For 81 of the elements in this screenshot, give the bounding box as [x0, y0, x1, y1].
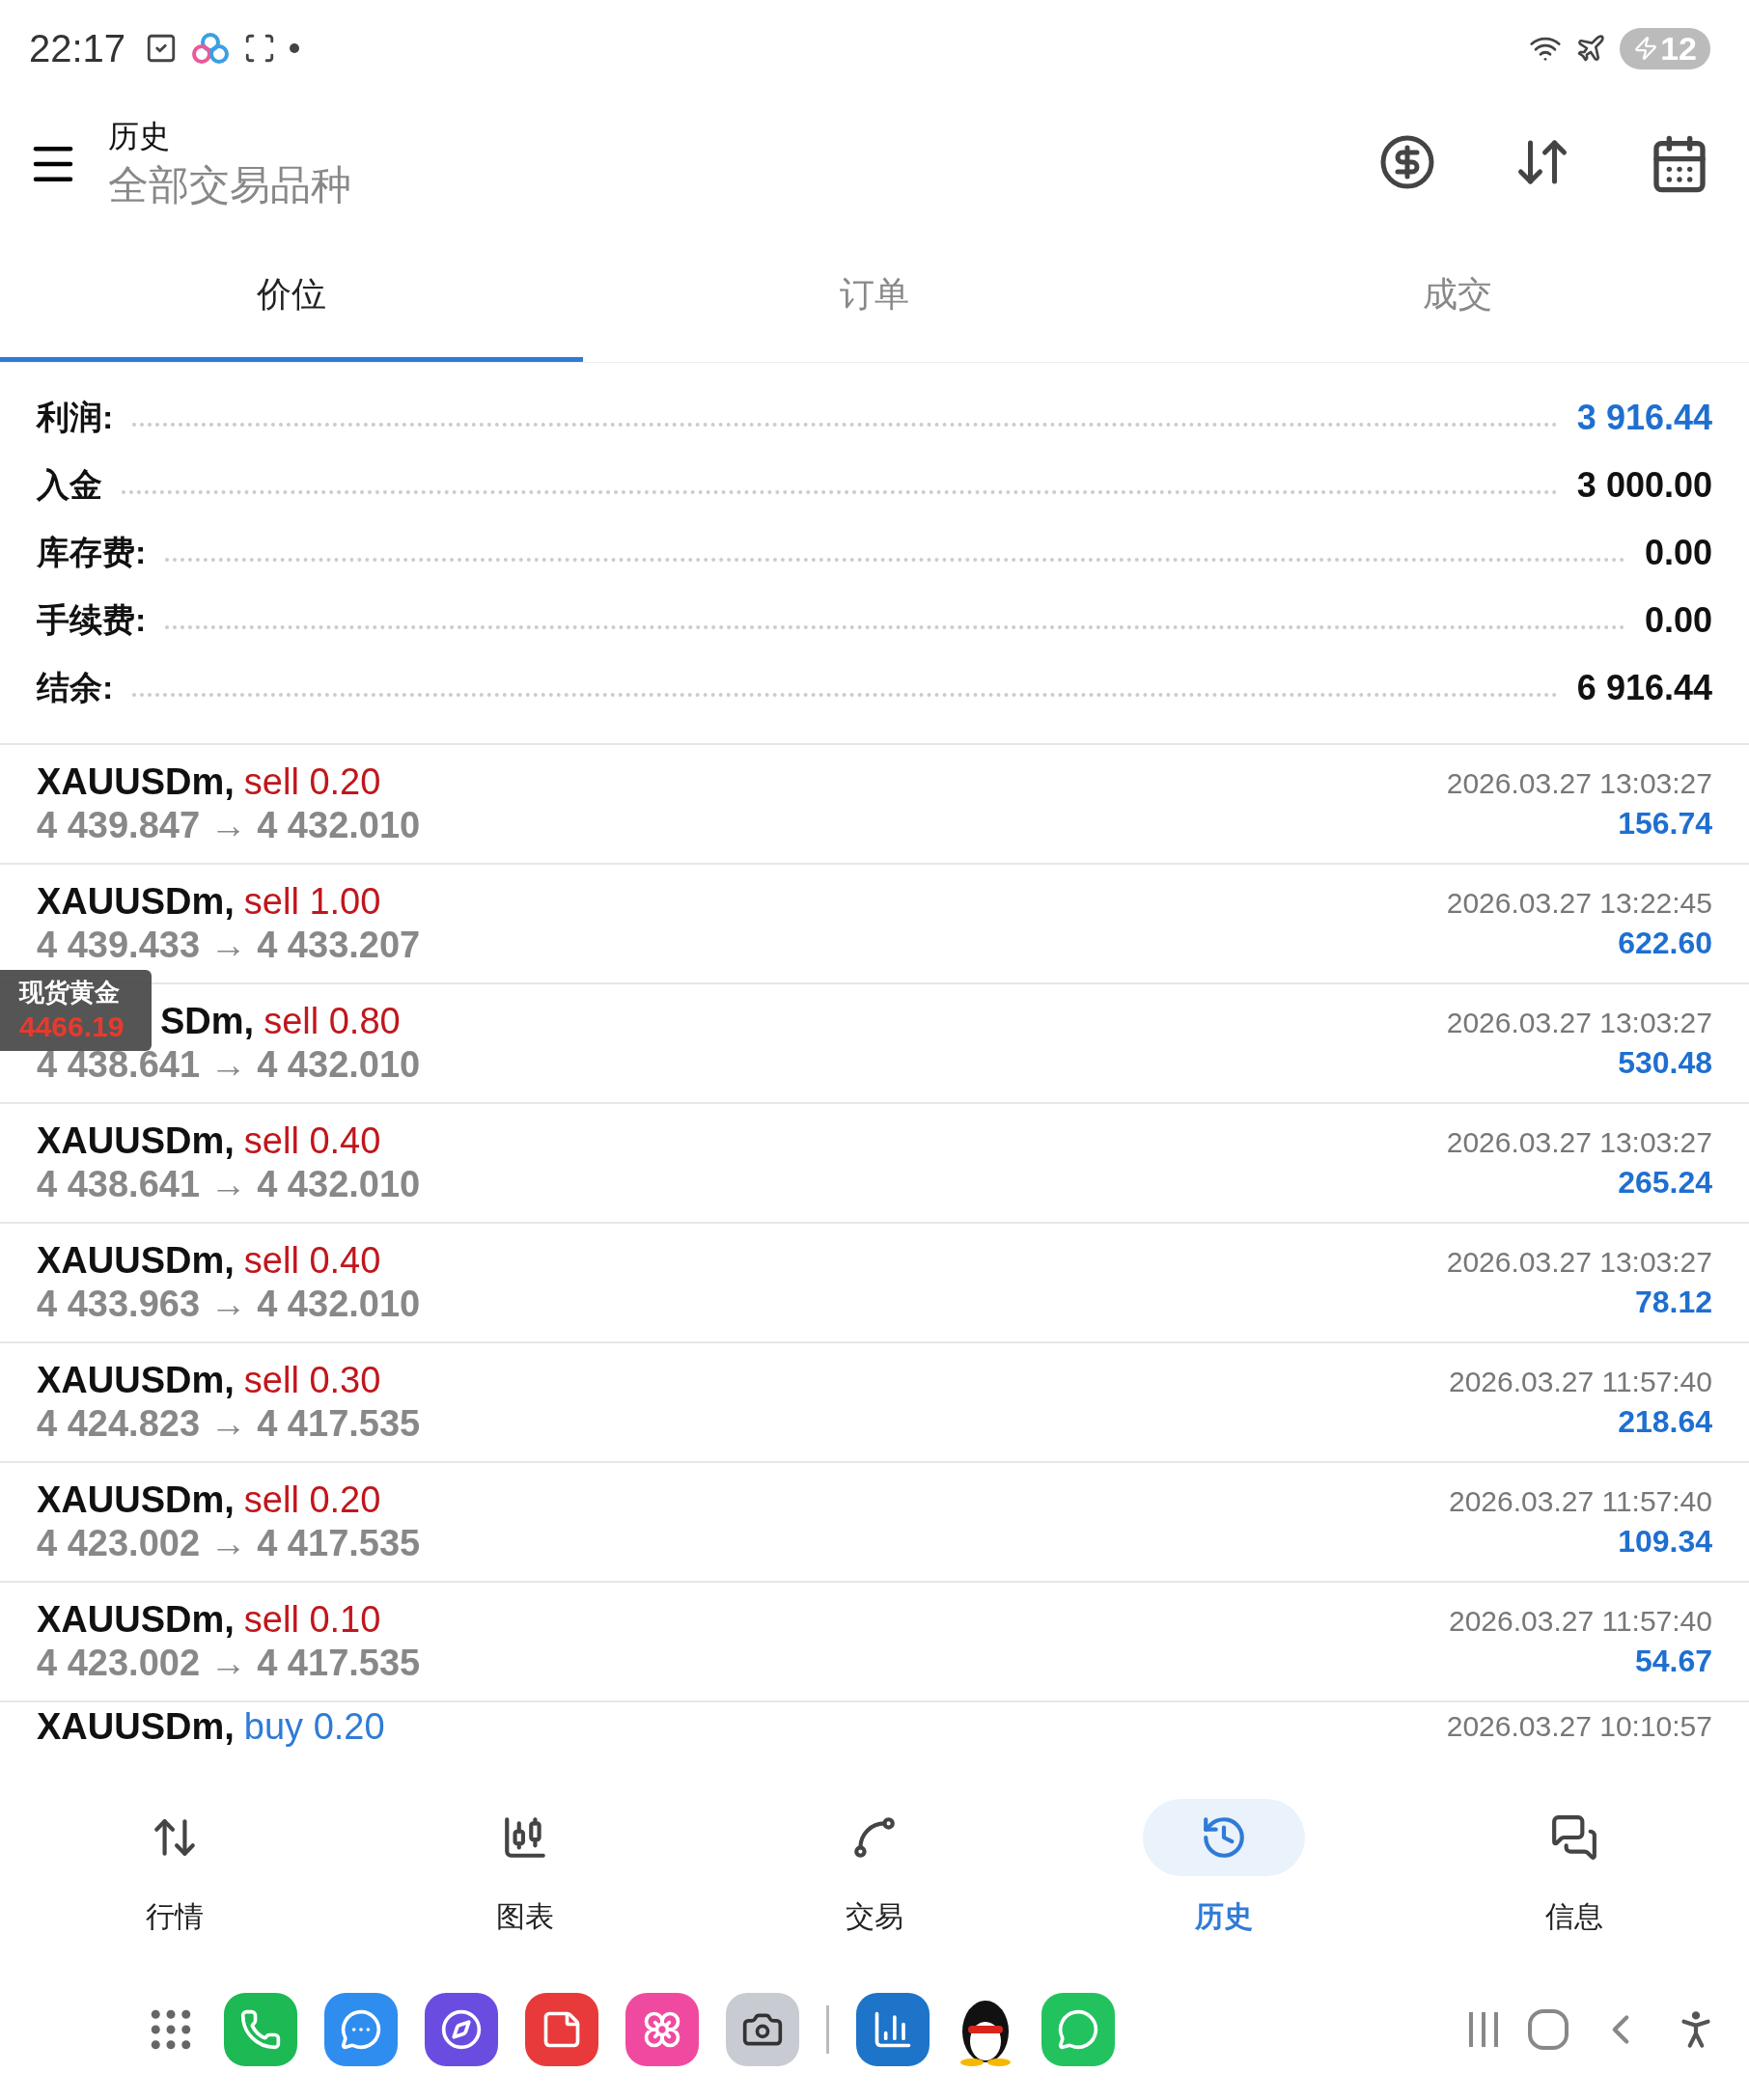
trade-time: 2026.03.27 13:03:27: [1446, 1006, 1712, 1039]
camera-app-icon[interactable]: [726, 1993, 799, 2066]
summary-label: 手续费:: [37, 600, 147, 640]
trade-side: buy 0.20: [243, 1706, 385, 1748]
battery-level: 12: [1660, 29, 1697, 68]
trade-symbol: XAUUSDm,: [37, 761, 235, 803]
trade-side: sell 1.00: [243, 881, 381, 923]
trade-profit: 265.24: [1618, 1164, 1712, 1201]
trade-side: sell 0.40: [243, 1120, 381, 1162]
trade-time: 2026.03.27 11:57:40: [1448, 1365, 1712, 1398]
trade-time: 2026.03.27 11:57:40: [1448, 1604, 1712, 1638]
summary-value: 6 916.44: [1576, 668, 1712, 708]
nav-label[interactable]: 交易: [846, 1896, 903, 1937]
trade-time: 2026.03.27 13:03:27: [1446, 1245, 1712, 1279]
widget-price: 4466.19: [19, 1009, 125, 1042]
currency-icon[interactable]: [1378, 133, 1436, 191]
trading-app-icon[interactable]: [856, 1993, 930, 2066]
trade-side: sell 0.40: [243, 1240, 381, 1282]
trade-profit: 109.34: [1618, 1523, 1712, 1560]
recents-icon[interactable]: [1467, 2010, 1500, 2049]
trade-time: 2026.03.27 13:03:27: [1446, 1125, 1712, 1159]
trade-prices: 4 439.433 → 4 433.207: [37, 925, 422, 966]
nav-label[interactable]: 信息: [1544, 1896, 1603, 1937]
trade-symbol: XAUUSDm,: [37, 1706, 235, 1748]
trade-side: sell 0.20: [243, 1479, 381, 1521]
trade-symbol: XAUUSDm,: [37, 1599, 235, 1641]
nav-label[interactable]: 历史: [1195, 1896, 1254, 1937]
screen-subtitle[interactable]: 全部交易品种: [108, 158, 1349, 212]
nav-label[interactable]: 图表: [495, 1896, 554, 1937]
trade-prices: 4 438.641 → 4 432.010: [37, 1164, 422, 1205]
trade-side: sell 0.80: [264, 1001, 401, 1042]
nav-label[interactable]: 行情: [146, 1896, 205, 1937]
price-widget[interactable]: 现货黄金 4466.19: [0, 970, 152, 1051]
trade-prices: 4 424.823 → 4 417.535: [37, 1403, 422, 1445]
airplane-icon: [1575, 33, 1607, 64]
trade-symbol: XAUUSDm,: [37, 881, 235, 923]
summary-value: 0.00: [1644, 600, 1712, 641]
trade-prices: 4 433.963 → 4 432.010: [37, 1284, 422, 1325]
browser-app-icon[interactable]: [425, 1993, 498, 2066]
summary-label: 入金: [37, 465, 102, 505]
trade-side: sell 0.20: [243, 761, 381, 803]
trade-profit: 530.48: [1618, 1044, 1712, 1081]
summary-value: 3 916.44: [1576, 398, 1712, 438]
trade-profit: 218.64: [1618, 1403, 1712, 1440]
widget-title: 现货黄金: [19, 979, 121, 1007]
cloud-icon: [191, 32, 231, 65]
trade-symbol: XAUUSDm,: [37, 1479, 235, 1521]
phone-app-icon[interactable]: [224, 1993, 297, 2066]
screen-title: 历史: [108, 118, 171, 155]
trade-side: sell 0.10: [243, 1599, 381, 1641]
trade-symbol: XAUUSDm,: [37, 1360, 235, 1401]
summary-label: 利润:: [37, 398, 114, 437]
trade-prices: 4 439.847 → 4 432.010: [37, 805, 422, 846]
tab[interactable]: 订单: [583, 232, 1166, 362]
status-time: 22:17: [29, 26, 126, 70]
dot-icon: [290, 43, 300, 53]
trade-profit: 622.60: [1618, 925, 1712, 961]
trade-symbol: SDm,: [160, 1001, 255, 1042]
summary-label: 库存费:: [37, 533, 147, 572]
notes-app-icon[interactable]: [525, 1993, 598, 2066]
trade-time: 2026.03.27 11:57:40: [1448, 1484, 1712, 1518]
trade-profit: 78.12: [1634, 1284, 1712, 1320]
summary-value: 3 000.00: [1576, 465, 1712, 506]
trade-symbol: XAUUSDm,: [37, 1120, 235, 1162]
summary-value: 0.00: [1644, 533, 1712, 573]
trade-profit: 54.67: [1634, 1643, 1712, 1679]
summary-label: 结余:: [37, 668, 114, 707]
trade-prices: 4 423.002 → 4 417.535: [37, 1643, 422, 1684]
trade-side: sell 0.30: [243, 1360, 381, 1401]
trade-profit: 156.74: [1618, 805, 1712, 842]
home-icon[interactable]: [1527, 2008, 1569, 2051]
trade-time: 2026.03.27 10:10:57: [1446, 1710, 1712, 1743]
tab[interactable]: 成交: [1166, 232, 1749, 362]
trade-time: 2026.03.27 13:03:27: [1446, 766, 1712, 800]
messages-app-icon[interactable]: [324, 1993, 398, 2066]
gallery-app-icon[interactable]: [625, 1993, 699, 2066]
trade-time: 2026.03.27 13:22:45: [1446, 886, 1712, 920]
trade-symbol: XAUUSDm,: [37, 1240, 235, 1282]
trade-prices: 4 423.002 → 4 417.535: [37, 1523, 422, 1564]
charging-icon: [1633, 36, 1659, 61]
tab[interactable]: 价位: [0, 232, 583, 362]
